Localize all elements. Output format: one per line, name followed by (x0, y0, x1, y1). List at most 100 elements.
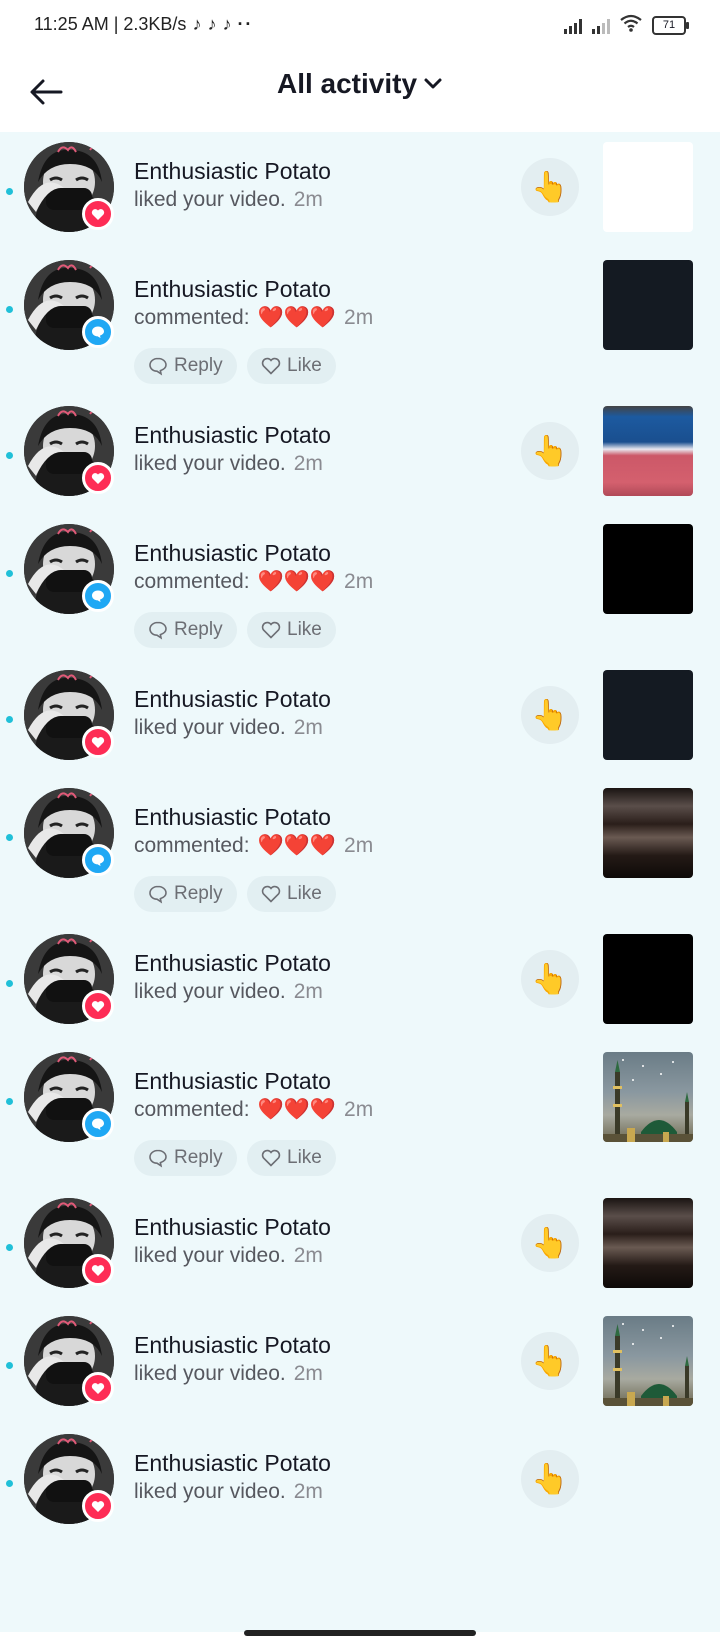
comment-content: ❤️❤️❤️ (257, 1098, 337, 1121)
unread-indicator (6, 570, 13, 577)
comment-content: ❤️❤️❤️ (257, 306, 337, 329)
comment-badge (82, 580, 114, 612)
like-comment-button[interactable]: Like (247, 1140, 336, 1176)
video-thumbnail[interactable] (603, 1052, 693, 1142)
activity-text: liked your video. 2m (134, 980, 323, 1004)
activity-description: commented: (134, 834, 250, 857)
activity-list[interactable]: Enthusiastic Potato liked your video. 2m 👆 E… (0, 132, 720, 1632)
tiktok-icon: ♪ (207, 14, 217, 34)
wave-back-button[interactable]: 👆 (521, 686, 579, 744)
comment-badge (82, 1108, 114, 1140)
wave-back-button[interactable]: 👆 (521, 1214, 579, 1272)
username[interactable]: Enthusiastic Potato (134, 1450, 331, 1477)
username[interactable]: Enthusiastic Potato (134, 1068, 331, 1095)
activity-text: liked your video. 2m (134, 1362, 323, 1386)
activity-filter-dropdown[interactable]: All activity (277, 68, 443, 100)
like-badge (82, 198, 114, 230)
wifi-icon (620, 14, 642, 37)
activity-text: liked your video. 2m (134, 1480, 323, 1504)
heart-outline-icon (261, 1149, 281, 1167)
wave-back-button[interactable]: 👆 (521, 950, 579, 1008)
reply-button[interactable]: Reply (134, 612, 237, 648)
tiktok-icon: ♪ (222, 14, 232, 34)
unread-indicator (6, 1098, 13, 1105)
reply-icon (149, 885, 167, 904)
home-indicator[interactable] (244, 1630, 476, 1636)
unread-indicator (6, 306, 13, 313)
title-wrap: All activity (0, 68, 720, 100)
activity-text: liked your video. 2m (134, 716, 323, 740)
activity-item[interactable]: Enthusiastic Potato liked your video. 2m 👆 (0, 142, 720, 260)
activity-item[interactable]: Enthusiastic Potato commented: ❤️❤️❤️ 2m Rep… (0, 524, 720, 670)
activity-item[interactable]: Enthusiastic Potato liked your video. 2m 👆 (0, 1434, 720, 1552)
pointing-hand-icon: 👆 (531, 698, 569, 732)
more-notifications-icon: ·· (237, 14, 254, 34)
activity-text: liked your video. 2m (134, 452, 323, 476)
comment-badge (82, 316, 114, 348)
wave-back-button[interactable]: 👆 (521, 1450, 579, 1508)
comment-icon (92, 1118, 104, 1130)
timestamp: 2m (293, 1362, 323, 1385)
username[interactable]: Enthusiastic Potato (134, 540, 331, 567)
reply-button[interactable]: Reply (134, 1140, 237, 1176)
like-comment-button[interactable]: Like (247, 348, 336, 384)
timestamp: 2m (293, 1480, 323, 1503)
activity-description: commented: (134, 306, 250, 329)
activity-description: liked your video. (134, 716, 286, 739)
unread-indicator (6, 716, 13, 723)
wave-back-button[interactable]: 👆 (521, 158, 579, 216)
username[interactable]: Enthusiastic Potato (134, 686, 331, 713)
video-thumbnail[interactable] (603, 934, 693, 1024)
video-thumbnail[interactable] (603, 260, 693, 350)
video-thumbnail[interactable] (603, 1198, 693, 1288)
comment-icon (92, 590, 104, 602)
pointing-hand-icon: 👆 (531, 962, 569, 996)
activity-item[interactable]: Enthusiastic Potato liked your video. 2m 👆 (0, 934, 720, 1052)
username[interactable]: Enthusiastic Potato (134, 1332, 331, 1359)
activity-item[interactable]: Enthusiastic Potato liked your video. 2m 👆 (0, 1316, 720, 1434)
timestamp: 2m (344, 1098, 374, 1121)
heart-outline-icon (261, 885, 281, 903)
video-thumbnail[interactable] (603, 142, 693, 232)
username[interactable]: Enthusiastic Potato (134, 1214, 331, 1241)
video-thumbnail[interactable] (603, 406, 693, 496)
unread-indicator (6, 834, 13, 841)
video-thumbnail[interactable] (603, 524, 693, 614)
video-thumbnail[interactable] (603, 788, 693, 878)
like-badge (82, 1490, 114, 1522)
username[interactable]: Enthusiastic Potato (134, 422, 331, 449)
like-badge (82, 462, 114, 494)
activity-description: liked your video. (134, 188, 286, 211)
reply-button[interactable]: Reply (134, 348, 237, 384)
username[interactable]: Enthusiastic Potato (134, 950, 331, 977)
activity-item[interactable]: Enthusiastic Potato liked your video. 2m 👆 (0, 670, 720, 788)
activity-item[interactable]: Enthusiastic Potato liked your video. 2m 👆 (0, 1198, 720, 1316)
username[interactable]: Enthusiastic Potato (134, 276, 331, 303)
like-comment-button[interactable]: Like (247, 612, 336, 648)
unread-indicator (6, 980, 13, 987)
username[interactable]: Enthusiastic Potato (134, 158, 331, 185)
timestamp: 2m (293, 1244, 323, 1267)
like-badge (82, 1372, 114, 1404)
activity-text: commented: ❤️❤️❤️ 2m (134, 306, 373, 330)
like-comment-button[interactable]: Like (247, 876, 336, 912)
heart-icon (91, 1382, 105, 1394)
activity-item[interactable]: Enthusiastic Potato commented: ❤️❤️❤️ 2m Rep… (0, 788, 720, 934)
username[interactable]: Enthusiastic Potato (134, 804, 331, 831)
activity-item[interactable]: Enthusiastic Potato liked your video. 2m 👆 (0, 406, 720, 524)
activity-item[interactable]: Enthusiastic Potato commented: ❤️❤️❤️ 2m Rep… (0, 1052, 720, 1198)
reply-icon (149, 357, 167, 376)
heart-icon (91, 472, 105, 484)
reply-button[interactable]: Reply (134, 876, 237, 912)
reply-icon (149, 1149, 167, 1168)
activity-description: liked your video. (134, 452, 286, 475)
activity-item[interactable]: Enthusiastic Potato commented: ❤️❤️❤️ 2m Rep… (0, 260, 720, 406)
video-thumbnail[interactable] (603, 1316, 693, 1406)
like-label: Like (287, 355, 322, 376)
wave-back-button[interactable]: 👆 (521, 422, 579, 480)
wave-back-button[interactable]: 👆 (521, 1332, 579, 1390)
heart-outline-icon (261, 357, 281, 375)
timestamp: 2m (344, 570, 374, 593)
status-left: 11:25 AM | 2.3KB/s ♪ ♪ ♪ ·· (34, 14, 253, 35)
video-thumbnail[interactable] (603, 670, 693, 760)
